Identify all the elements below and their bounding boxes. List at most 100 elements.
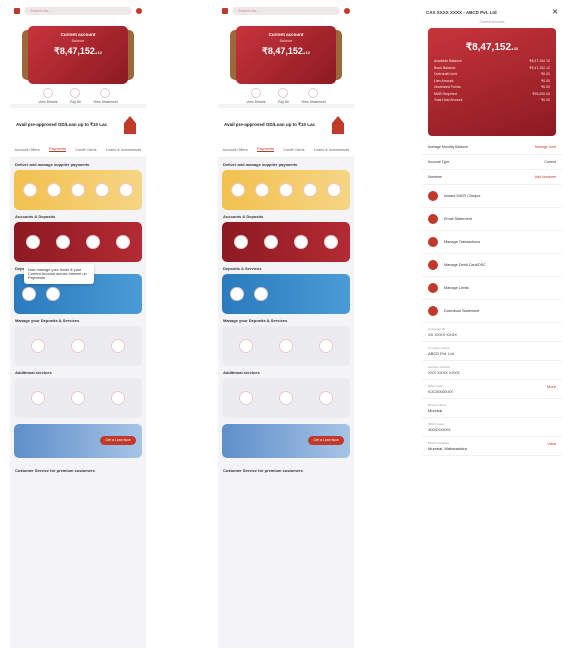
- account-card[interactable]: Current account Balance ₹8,47,152.12: [28, 26, 128, 84]
- section-title: Deliver and manage supplier payments: [223, 162, 298, 167]
- service-icon[interactable]: [111, 391, 125, 405]
- card-subtitle: Balance: [71, 39, 85, 43]
- service-icon[interactable]: [324, 235, 338, 249]
- menu-icon[interactable]: [222, 8, 228, 14]
- loan-cta-banner[interactable]: Get a Loan Now: [14, 424, 142, 458]
- tab-cards[interactable]: Credit Cards: [75, 148, 96, 152]
- action-pay-all[interactable]: Pay All: [278, 88, 289, 104]
- menu-item[interactable]: Manage Limits: [422, 277, 562, 300]
- service-icon[interactable]: [239, 339, 253, 353]
- close-icon[interactable]: ✕: [552, 8, 558, 16]
- service-icon[interactable]: [86, 235, 100, 249]
- balance-row: Uncleared Funds ₹0.00: [434, 85, 550, 89]
- search-input[interactable]: Search for...: [232, 7, 340, 15]
- service-icon[interactable]: [279, 339, 293, 353]
- top-bar: Search for...: [10, 4, 146, 18]
- search-input[interactable]: Search for...: [24, 7, 132, 15]
- card-actions: View Details Pay All View Statement: [240, 88, 332, 104]
- red-services-band: [222, 222, 350, 262]
- menu-item[interactable]: Email Statement: [422, 208, 562, 231]
- menu-item[interactable]: Manage Transactions: [422, 231, 562, 254]
- menu-icon[interactable]: [14, 8, 20, 14]
- tab-loans[interactable]: Loans & Investments: [314, 148, 349, 152]
- action-view-details[interactable]: View Details: [246, 88, 265, 104]
- red-services-band: [14, 222, 142, 262]
- service-icon[interactable]: [254, 287, 268, 301]
- service-icon[interactable]: [319, 391, 333, 405]
- service-icon[interactable]: [26, 235, 40, 249]
- manage-limit-link[interactable]: Manage Limit: [535, 145, 556, 149]
- home-screen-2: Search for... Current account Balance ₹8…: [218, 4, 354, 648]
- service-icon[interactable]: [303, 183, 317, 197]
- promo-text: Avail pre-approved OD/Loan up to ₹10 Lac: [16, 122, 107, 127]
- balance-amount: ₹8,47,152.12: [465, 42, 519, 53]
- service-icon[interactable]: [111, 339, 125, 353]
- tooltip[interactable]: Now manage your funds & your Current Acc…: [24, 264, 94, 284]
- service-icon[interactable]: [264, 235, 278, 249]
- more-link[interactable]: More: [547, 384, 556, 389]
- action-view-statement[interactable]: View Statement: [93, 88, 118, 104]
- action-view-details[interactable]: View Details: [38, 88, 57, 104]
- service-icon[interactable]: [119, 183, 133, 197]
- detail-field: Company Name ABCD Pvt. Ltd: [422, 342, 562, 361]
- tab-loans[interactable]: Loans & Investments: [106, 148, 141, 152]
- section-title: Additional services: [15, 370, 52, 375]
- balance-card: ₹8,47,152.12 Available Balance ₹8,47,152.…: [428, 28, 556, 136]
- service-icon[interactable]: [255, 183, 269, 197]
- tab-cards[interactable]: Credit Cards: [283, 148, 304, 152]
- card-amount: ₹8,47,152.12: [262, 46, 310, 56]
- tab-payments[interactable]: Payments: [49, 147, 66, 152]
- notification-icon[interactable]: [344, 8, 350, 14]
- card-title: Current account: [60, 32, 96, 37]
- service-icon[interactable]: [230, 287, 244, 301]
- tab-payments[interactable]: Payments: [257, 147, 274, 152]
- service-icon[interactable]: [23, 183, 37, 197]
- home-screen: Search for... Current account Balance ₹8…: [10, 4, 146, 648]
- action-view-statement[interactable]: View Statement: [301, 88, 326, 104]
- service-icon[interactable]: [95, 183, 109, 197]
- service-icon[interactable]: [71, 339, 85, 353]
- service-icon[interactable]: [294, 235, 308, 249]
- account-card[interactable]: Current account Balance ₹8,47,152.12: [236, 26, 336, 84]
- detail-field: Branch Name Mumbai: [422, 399, 562, 418]
- action-pay-all[interactable]: Pay All: [70, 88, 81, 104]
- balance-row: Overdraft Limit ₹0.00: [434, 72, 550, 76]
- info-line: Average Monthly Balance Manage Limit: [422, 140, 562, 155]
- tab-offers[interactable]: Account Offers: [15, 148, 40, 152]
- menu-item[interactable]: Instant MICR Cheque: [422, 185, 562, 208]
- card-title: Current account: [268, 32, 304, 37]
- promo-banner[interactable]: Avail pre-approved OD/Loan up to ₹10 Lac: [218, 108, 354, 142]
- service-icon[interactable]: [327, 183, 341, 197]
- section-title: Deliver and manage supplier payments: [15, 162, 90, 167]
- service-icon[interactable]: [22, 287, 36, 301]
- service-icon[interactable]: [47, 183, 61, 197]
- add-nominee-link[interactable]: Add Nominee: [535, 175, 556, 179]
- service-icon[interactable]: [239, 391, 253, 405]
- promo-banner[interactable]: Avail pre-approved OD/Loan up to ₹10 Lac: [10, 108, 146, 142]
- service-icon[interactable]: [279, 391, 293, 405]
- notification-icon[interactable]: [136, 8, 142, 14]
- tab-offers[interactable]: Account Offers: [223, 148, 248, 152]
- service-icon[interactable]: [71, 183, 85, 197]
- view-link[interactable]: View: [547, 441, 556, 446]
- service-icon[interactable]: [46, 287, 60, 301]
- service-icon[interactable]: [116, 235, 130, 249]
- service-icon[interactable]: [231, 183, 245, 197]
- transactions-icon: [428, 237, 438, 247]
- cta-button[interactable]: Get a Loan Now: [308, 436, 344, 445]
- service-icon[interactable]: [71, 391, 85, 405]
- service-icon[interactable]: [319, 339, 333, 353]
- menu-item[interactable]: Manage Debit Card/DSC: [422, 254, 562, 277]
- promo-text: Avail pre-approved OD/Loan up to ₹10 Lac: [224, 122, 315, 127]
- service-icon[interactable]: [31, 391, 45, 405]
- cta-button[interactable]: Get a Loan Now: [100, 436, 136, 445]
- card-subtitle: Balance: [279, 39, 293, 43]
- service-icon[interactable]: [234, 235, 248, 249]
- section-title: Additional services: [223, 370, 260, 375]
- menu-item[interactable]: Download Statement: [422, 300, 562, 323]
- section-title: Manage your Deposits & Services: [223, 318, 288, 323]
- service-icon[interactable]: [56, 235, 70, 249]
- service-icon[interactable]: [279, 183, 293, 197]
- service-icon[interactable]: [31, 339, 45, 353]
- loan-cta-banner[interactable]: Get a Loan Now: [222, 424, 350, 458]
